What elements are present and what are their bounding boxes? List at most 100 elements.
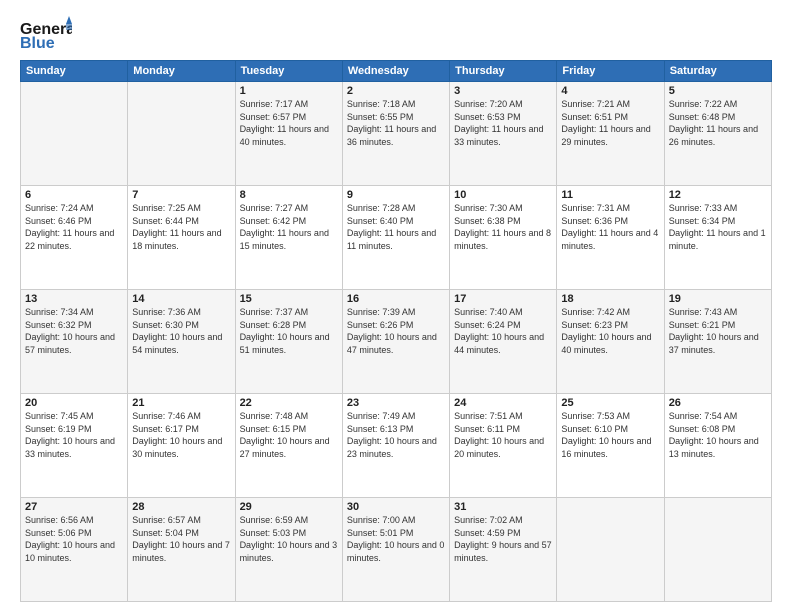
- calendar-cell: 8Sunrise: 7:27 AM Sunset: 6:42 PM Daylig…: [235, 186, 342, 290]
- calendar-cell: [21, 82, 128, 186]
- calendar-cell: 16Sunrise: 7:39 AM Sunset: 6:26 PM Dayli…: [342, 290, 449, 394]
- calendar-cell: 14Sunrise: 7:36 AM Sunset: 6:30 PM Dayli…: [128, 290, 235, 394]
- day-detail: Sunrise: 7:53 AM Sunset: 6:10 PM Dayligh…: [561, 410, 659, 460]
- calendar-cell: 20Sunrise: 7:45 AM Sunset: 6:19 PM Dayli…: [21, 394, 128, 498]
- day-detail: Sunrise: 7:30 AM Sunset: 6:38 PM Dayligh…: [454, 202, 552, 252]
- svg-text:Blue: Blue: [20, 35, 55, 52]
- day-number: 4: [561, 85, 659, 97]
- day-detail: Sunrise: 7:39 AM Sunset: 6:26 PM Dayligh…: [347, 306, 445, 356]
- calendar-cell: [557, 498, 664, 602]
- calendar-cell: 26Sunrise: 7:54 AM Sunset: 6:08 PM Dayli…: [664, 394, 771, 498]
- day-number: 20: [25, 397, 123, 409]
- calendar-cell: 11Sunrise: 7:31 AM Sunset: 6:36 PM Dayli…: [557, 186, 664, 290]
- day-number: 17: [454, 293, 552, 305]
- day-detail: Sunrise: 7:34 AM Sunset: 6:32 PM Dayligh…: [25, 306, 123, 356]
- day-number: 19: [669, 293, 767, 305]
- day-detail: Sunrise: 7:25 AM Sunset: 6:44 PM Dayligh…: [132, 202, 230, 252]
- day-number: 10: [454, 189, 552, 201]
- weekday-header-monday: Monday: [128, 61, 235, 82]
- calendar-cell: 24Sunrise: 7:51 AM Sunset: 6:11 PM Dayli…: [450, 394, 557, 498]
- day-detail: Sunrise: 7:36 AM Sunset: 6:30 PM Dayligh…: [132, 306, 230, 356]
- calendar-cell: 19Sunrise: 7:43 AM Sunset: 6:21 PM Dayli…: [664, 290, 771, 394]
- day-number: 24: [454, 397, 552, 409]
- calendar-cell: 25Sunrise: 7:53 AM Sunset: 6:10 PM Dayli…: [557, 394, 664, 498]
- weekday-header-tuesday: Tuesday: [235, 61, 342, 82]
- calendar-cell: 17Sunrise: 7:40 AM Sunset: 6:24 PM Dayli…: [450, 290, 557, 394]
- day-number: 11: [561, 189, 659, 201]
- day-number: 1: [240, 85, 338, 97]
- weekday-header-wednesday: Wednesday: [342, 61, 449, 82]
- calendar-week-row: 6Sunrise: 7:24 AM Sunset: 6:46 PM Daylig…: [21, 186, 772, 290]
- calendar-cell: 23Sunrise: 7:49 AM Sunset: 6:13 PM Dayli…: [342, 394, 449, 498]
- calendar-cell: 12Sunrise: 7:33 AM Sunset: 6:34 PM Dayli…: [664, 186, 771, 290]
- day-detail: Sunrise: 6:56 AM Sunset: 5:06 PM Dayligh…: [25, 514, 123, 564]
- calendar-cell: 5Sunrise: 7:22 AM Sunset: 6:48 PM Daylig…: [664, 82, 771, 186]
- calendar-cell: 6Sunrise: 7:24 AM Sunset: 6:46 PM Daylig…: [21, 186, 128, 290]
- calendar-cell: 2Sunrise: 7:18 AM Sunset: 6:55 PM Daylig…: [342, 82, 449, 186]
- weekday-header-thursday: Thursday: [450, 61, 557, 82]
- calendar-cell: 4Sunrise: 7:21 AM Sunset: 6:51 PM Daylig…: [557, 82, 664, 186]
- day-number: 7: [132, 189, 230, 201]
- day-number: 30: [347, 501, 445, 513]
- calendar-cell: 22Sunrise: 7:48 AM Sunset: 6:15 PM Dayli…: [235, 394, 342, 498]
- calendar-cell: 21Sunrise: 7:46 AM Sunset: 6:17 PM Dayli…: [128, 394, 235, 498]
- day-detail: Sunrise: 7:42 AM Sunset: 6:23 PM Dayligh…: [561, 306, 659, 356]
- day-number: 12: [669, 189, 767, 201]
- day-detail: Sunrise: 7:40 AM Sunset: 6:24 PM Dayligh…: [454, 306, 552, 356]
- day-number: 25: [561, 397, 659, 409]
- logo: General Blue: [20, 16, 74, 52]
- calendar-week-row: 1Sunrise: 7:17 AM Sunset: 6:57 PM Daylig…: [21, 82, 772, 186]
- day-number: 28: [132, 501, 230, 513]
- calendar-cell: 9Sunrise: 7:28 AM Sunset: 6:40 PM Daylig…: [342, 186, 449, 290]
- calendar-cell: 13Sunrise: 7:34 AM Sunset: 6:32 PM Dayli…: [21, 290, 128, 394]
- weekday-header-sunday: Sunday: [21, 61, 128, 82]
- day-number: 18: [561, 293, 659, 305]
- day-detail: Sunrise: 6:57 AM Sunset: 5:04 PM Dayligh…: [132, 514, 230, 564]
- day-number: 14: [132, 293, 230, 305]
- calendar-cell: 30Sunrise: 7:00 AM Sunset: 5:01 PM Dayli…: [342, 498, 449, 602]
- day-number: 13: [25, 293, 123, 305]
- calendar-cell: 31Sunrise: 7:02 AM Sunset: 4:59 PM Dayli…: [450, 498, 557, 602]
- day-number: 21: [132, 397, 230, 409]
- day-detail: Sunrise: 7:54 AM Sunset: 6:08 PM Dayligh…: [669, 410, 767, 460]
- day-number: 31: [454, 501, 552, 513]
- weekday-header-saturday: Saturday: [664, 61, 771, 82]
- day-detail: Sunrise: 7:28 AM Sunset: 6:40 PM Dayligh…: [347, 202, 445, 252]
- day-detail: Sunrise: 7:43 AM Sunset: 6:21 PM Dayligh…: [669, 306, 767, 356]
- day-number: 15: [240, 293, 338, 305]
- header: General Blue: [20, 16, 772, 52]
- calendar-cell: [128, 82, 235, 186]
- calendar-cell: 29Sunrise: 6:59 AM Sunset: 5:03 PM Dayli…: [235, 498, 342, 602]
- weekday-header-row: SundayMondayTuesdayWednesdayThursdayFrid…: [21, 61, 772, 82]
- day-number: 3: [454, 85, 552, 97]
- day-detail: Sunrise: 7:20 AM Sunset: 6:53 PM Dayligh…: [454, 98, 552, 148]
- day-number: 6: [25, 189, 123, 201]
- day-number: 5: [669, 85, 767, 97]
- day-number: 26: [669, 397, 767, 409]
- calendar-table: SundayMondayTuesdayWednesdayThursdayFrid…: [20, 60, 772, 602]
- calendar-cell: 3Sunrise: 7:20 AM Sunset: 6:53 PM Daylig…: [450, 82, 557, 186]
- calendar-week-row: 27Sunrise: 6:56 AM Sunset: 5:06 PM Dayli…: [21, 498, 772, 602]
- day-detail: Sunrise: 7:02 AM Sunset: 4:59 PM Dayligh…: [454, 514, 552, 564]
- day-number: 8: [240, 189, 338, 201]
- day-detail: Sunrise: 7:33 AM Sunset: 6:34 PM Dayligh…: [669, 202, 767, 252]
- day-detail: Sunrise: 7:00 AM Sunset: 5:01 PM Dayligh…: [347, 514, 445, 564]
- day-detail: Sunrise: 7:18 AM Sunset: 6:55 PM Dayligh…: [347, 98, 445, 148]
- day-detail: Sunrise: 6:59 AM Sunset: 5:03 PM Dayligh…: [240, 514, 338, 564]
- calendar-week-row: 20Sunrise: 7:45 AM Sunset: 6:19 PM Dayli…: [21, 394, 772, 498]
- calendar-cell: 18Sunrise: 7:42 AM Sunset: 6:23 PM Dayli…: [557, 290, 664, 394]
- logo-icon: General Blue: [20, 16, 72, 52]
- calendar-cell: 10Sunrise: 7:30 AM Sunset: 6:38 PM Dayli…: [450, 186, 557, 290]
- day-detail: Sunrise: 7:49 AM Sunset: 6:13 PM Dayligh…: [347, 410, 445, 460]
- day-number: 22: [240, 397, 338, 409]
- page: General Blue SundayMondayTuesdayWednesda…: [0, 0, 792, 612]
- calendar-cell: 1Sunrise: 7:17 AM Sunset: 6:57 PM Daylig…: [235, 82, 342, 186]
- day-detail: Sunrise: 7:45 AM Sunset: 6:19 PM Dayligh…: [25, 410, 123, 460]
- day-detail: Sunrise: 7:48 AM Sunset: 6:15 PM Dayligh…: [240, 410, 338, 460]
- calendar-cell: 7Sunrise: 7:25 AM Sunset: 6:44 PM Daylig…: [128, 186, 235, 290]
- day-number: 27: [25, 501, 123, 513]
- day-number: 9: [347, 189, 445, 201]
- calendar-cell: 15Sunrise: 7:37 AM Sunset: 6:28 PM Dayli…: [235, 290, 342, 394]
- calendar-cell: 27Sunrise: 6:56 AM Sunset: 5:06 PM Dayli…: [21, 498, 128, 602]
- day-detail: Sunrise: 7:37 AM Sunset: 6:28 PM Dayligh…: [240, 306, 338, 356]
